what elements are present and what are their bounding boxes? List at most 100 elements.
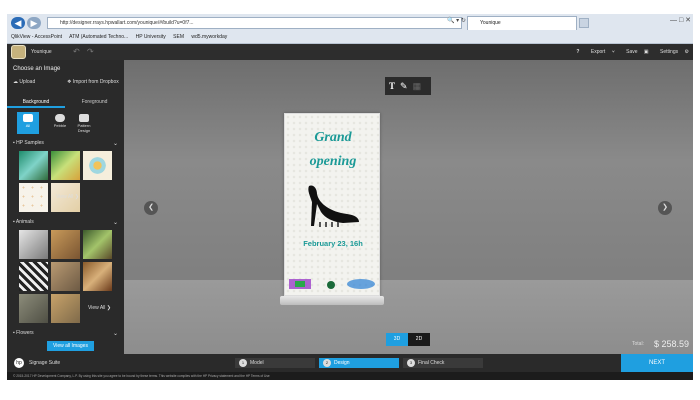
category-name: Flowers xyxy=(16,330,34,336)
step-number: 1 xyxy=(239,359,247,367)
view-all-link[interactable]: View All ❯ xyxy=(56,194,79,200)
folder-icon: ▪ xyxy=(13,330,15,336)
image-thumbnail[interactable] xyxy=(83,230,112,259)
edit-tool-icon[interactable]: ✎ xyxy=(400,81,408,91)
back-button[interactable]: ◀ xyxy=(11,17,25,29)
prev-arrow-icon[interactable]: ❮ xyxy=(144,201,158,215)
filter-all-label: All xyxy=(25,123,31,128)
favorite-item[interactable]: ATM (Automated Techno... xyxy=(69,34,128,40)
favorite-item[interactable]: wd5.myworkday xyxy=(191,34,227,40)
image-thumbnail[interactable] xyxy=(19,183,48,212)
view-all-images-button[interactable]: View all Images xyxy=(47,341,94,351)
help-icon[interactable]: ? xyxy=(576,49,579,55)
step-final-check[interactable]: 3 Final Check xyxy=(403,358,483,368)
browser-tab-active[interactable]: Younique xyxy=(467,16,577,30)
new-tab-button[interactable] xyxy=(579,18,589,28)
text-tool-icon[interactable]: T xyxy=(389,81,395,91)
step-model[interactable]: 1 Model xyxy=(235,358,315,368)
app-toolbar: Younique ↶ ↷ ? Export ⑂ Save ▣ Settings … xyxy=(7,44,693,60)
banner-title-line2: opening xyxy=(309,154,357,169)
forward-button[interactable]: ▶ xyxy=(27,17,41,29)
folder-icon: ▪ xyxy=(13,219,15,225)
chevron-down-icon[interactable]: ⌄ xyxy=(113,219,118,226)
disk-icon: ▣ xyxy=(643,49,649,55)
tab-background[interactable]: Background xyxy=(7,96,65,108)
image-thumbnail[interactable] xyxy=(83,262,112,291)
settings-button[interactable]: Settings ⚙ xyxy=(655,49,689,55)
export-button[interactable]: Export ⑂ xyxy=(586,49,615,55)
filter-pattern[interactable]: Pattern Design xyxy=(73,112,95,134)
save-label: Save xyxy=(626,49,638,55)
undo-icon[interactable]: ↶ xyxy=(73,44,80,60)
image-thumbnail[interactable] xyxy=(51,151,80,180)
image-thumbnail[interactable] xyxy=(19,262,48,291)
export-label: Export xyxy=(590,49,606,55)
next-button[interactable]: NEXT xyxy=(621,354,693,372)
gear-icon: ⚙ xyxy=(684,49,689,55)
dropbox-label: Import from Dropbox xyxy=(72,79,119,85)
filter-pebble[interactable]: Pebble xyxy=(49,112,71,134)
share-icon: ⑂ xyxy=(611,49,615,55)
save-button[interactable]: Save ▣ xyxy=(621,49,649,55)
toolbar-actions: ? Export ⑂ Save ▣ Settings ⚙ xyxy=(571,44,689,60)
high-heel-shoe-image xyxy=(308,185,359,227)
rollup-banner[interactable]: Grand opening February 23, 16h xyxy=(284,113,380,296)
redo-icon[interactable]: ↷ xyxy=(87,44,94,60)
filter-pattern-label: Pattern Design xyxy=(77,123,91,133)
folder-icon xyxy=(23,114,33,122)
view-3d-toggle[interactable]: 3D xyxy=(386,333,408,346)
banner-title-line1: Grand xyxy=(314,130,352,145)
url-field[interactable]: http://designer.rrays.hpwallart.com/youn… xyxy=(47,17,462,29)
image-thumbnail[interactable] xyxy=(19,151,48,180)
edit-toolstrip: T ✎ ▦ xyxy=(385,77,431,95)
step-number: 3 xyxy=(407,359,415,367)
category-header[interactable]: ▪ Flowers ⌄ xyxy=(13,330,118,337)
panel-heading: Choose an Image xyxy=(13,66,61,72)
image-thumbnail[interactable] xyxy=(51,294,80,323)
browser-chrome: ◀ ▶ http://designer.rrays.hpwallart.com/… xyxy=(7,14,693,44)
product-name: Younique xyxy=(31,49,52,55)
step-label: Final Check xyxy=(418,360,445,366)
footer-bar: hp Signage Suite 1 Model 2 Design 3 Final C… xyxy=(7,354,693,372)
design-stage: T ✎ ▦ ❮ ❯ Grand opening February 23, 16h 3… xyxy=(124,60,693,354)
banner-date: February 23, 16h xyxy=(303,239,363,248)
step-number: 2 xyxy=(323,359,331,367)
view-all-label: View All xyxy=(88,305,106,311)
image-panel: Choose an Image ☁ Upload ❖ Import from D… xyxy=(7,60,129,354)
banner-stand-base xyxy=(280,296,384,305)
category-header[interactable]: ▪ HP Samples ⌄ xyxy=(13,140,118,147)
view-all-link[interactable]: View All ❯ xyxy=(88,305,111,311)
upload-button[interactable]: ☁ Upload xyxy=(13,79,35,85)
favorite-item[interactable]: HP University xyxy=(136,34,166,40)
next-arrow-icon[interactable]: ❯ xyxy=(658,201,672,215)
window-controls[interactable]: — □ ✕ xyxy=(670,16,691,24)
image-thumbnail[interactable] xyxy=(51,230,80,259)
filter-all[interactable]: All xyxy=(17,112,39,134)
hp-logo-icon: hp xyxy=(14,358,24,368)
view-2d-toggle[interactable]: 2D xyxy=(408,333,430,346)
settings-label: Settings xyxy=(660,49,679,55)
suite-name: Signage Suite xyxy=(29,360,61,366)
step-design[interactable]: 2 Design xyxy=(319,358,399,368)
chevron-down-icon[interactable]: ⌄ xyxy=(113,330,118,337)
dropbox-button[interactable]: ❖ Import from Dropbox xyxy=(67,79,119,85)
view-all-label: View All xyxy=(56,194,74,200)
sponsor-logos xyxy=(289,279,375,289)
address-row: ◀ ▶ http://designer.rrays.hpwallart.com/… xyxy=(7,16,693,30)
favorite-item[interactable]: SEM xyxy=(173,34,184,40)
younique-logo xyxy=(11,45,26,59)
image-thumbnail[interactable] xyxy=(19,230,48,259)
category-name: HP Samples xyxy=(16,140,44,146)
address-bar-icons[interactable]: 🔍 ▾ ↻ xyxy=(447,17,466,24)
chevron-down-icon[interactable]: ⌄ xyxy=(113,140,118,147)
total-price: $ 258.59 xyxy=(654,339,690,349)
image-thumbnail[interactable] xyxy=(83,151,112,180)
category-name: Animals xyxy=(15,219,34,225)
tab-foreground[interactable]: Foreground xyxy=(65,96,124,108)
dropbox-icon: ❖ xyxy=(67,79,72,85)
image-thumbnail[interactable] xyxy=(19,294,48,323)
favorite-item[interactable]: QlikView - AccessPoint xyxy=(11,34,62,40)
image-thumbnail[interactable] xyxy=(51,262,80,291)
grid-tool-icon[interactable]: ▦ xyxy=(413,81,422,91)
category-header[interactable]: ▪ Animals ⌄ xyxy=(13,219,118,226)
